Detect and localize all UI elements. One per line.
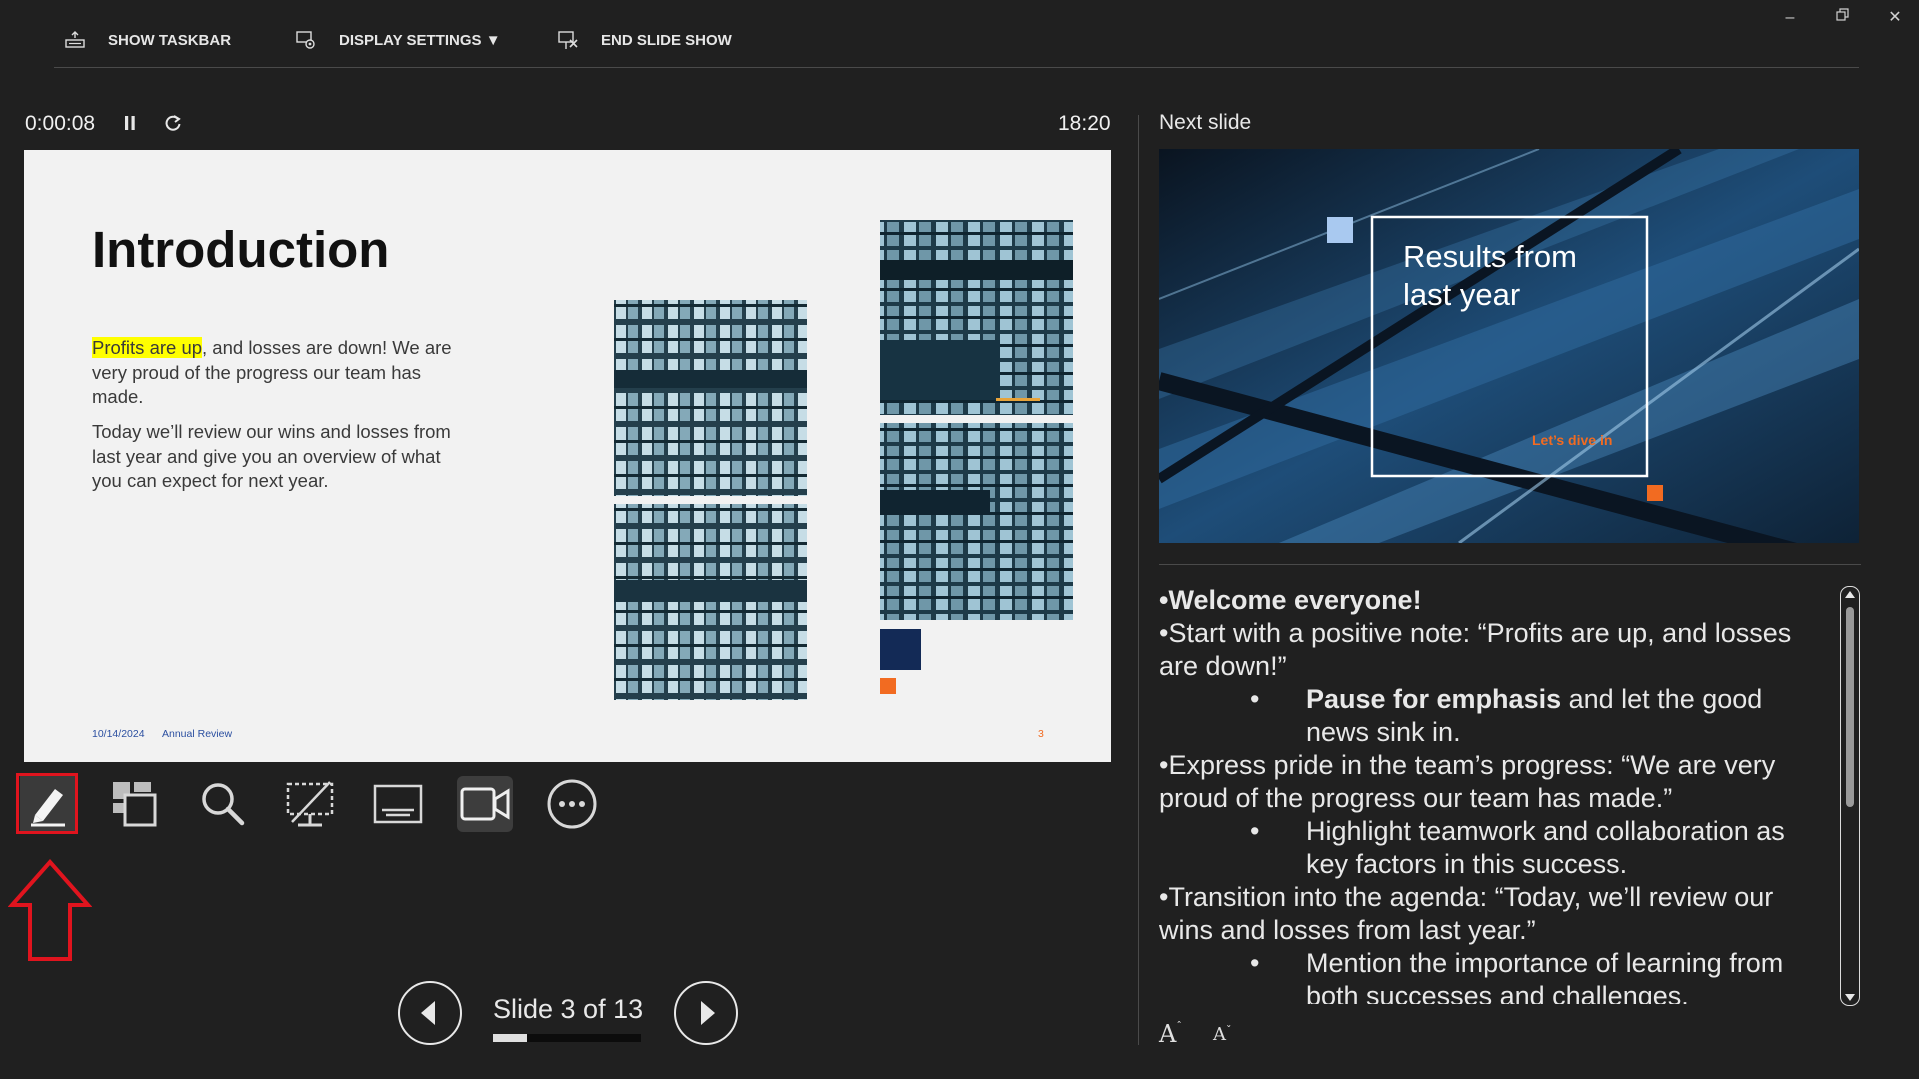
subtitles-icon <box>373 784 423 824</box>
next-slide-title-1: Results from <box>1403 239 1577 274</box>
zoom-icon <box>202 783 245 826</box>
slide-footer-title: Annual Review <box>162 728 233 740</box>
next-icon <box>701 1001 715 1025</box>
next-slide-preview[interactable]: Results from last year Let’s dive in <box>1159 149 1859 543</box>
next-slide-button[interactable] <box>674 981 738 1045</box>
taskbar-icon <box>65 31 85 48</box>
camera-icon <box>460 787 510 821</box>
display-settings-icon <box>296 31 315 49</box>
slide-paragraph-2: Today we’ll review our wins and losses f… <box>92 421 451 491</box>
slide-counter[interactable]: Slide 3 of 13 <box>493 994 643 1025</box>
pause-icon[interactable] <box>122 114 138 132</box>
notes-divider <box>1159 564 1861 565</box>
end-slide-show-button[interactable]: END SLIDE SHOW <box>557 28 732 52</box>
more-options-icon <box>547 779 597 829</box>
decrease-font-icon[interactable]: Aˇ <box>1213 1024 1232 1045</box>
building-photo-collage <box>614 220 1073 700</box>
escalator-background-image <box>1159 149 1859 543</box>
note-subline: Mention the importance of learning from … <box>1159 947 1821 1004</box>
more-options-button[interactable] <box>544 776 600 832</box>
previous-icon <box>421 1001 435 1025</box>
end-slideshow-icon <box>558 31 578 49</box>
note-subline: Pause for emphasis and let the good news… <box>1159 683 1821 749</box>
slide-progress-track <box>493 1034 641 1042</box>
scrollbar-thumb[interactable] <box>1846 607 1854 807</box>
previous-slide-button[interactable] <box>398 981 462 1045</box>
reset-timer-icon[interactable] <box>163 113 183 133</box>
display-settings-button[interactable]: DISPLAY SETTINGS ▼ <box>295 28 501 52</box>
speaker-notes[interactable]: •Welcome everyone! •Start with a positiv… <box>1159 584 1821 1004</box>
annotation-highlight-box <box>16 773 78 834</box>
next-slide-title-2: last year <box>1403 277 1521 312</box>
show-taskbar-label: SHOW TASKBAR <box>108 31 232 49</box>
camera-button[interactable] <box>457 776 513 832</box>
note-line: •Start with a positive note: “Profits ar… <box>1159 618 1792 681</box>
note-line: •Welcome everyone! <box>1159 585 1422 615</box>
clock-time: 18:20 <box>1058 112 1111 135</box>
slide-title: Introduction <box>92 221 390 278</box>
zoom-button[interactable] <box>195 776 251 832</box>
note-subline: Highlight teamwork and collaboration as … <box>1159 815 1821 881</box>
highlighted-text: Profits are up <box>92 337 203 358</box>
black-screen-icon <box>286 781 334 827</box>
see-all-slides-button[interactable] <box>106 776 162 832</box>
toolbar-divider <box>54 67 1859 68</box>
annotation-arrow-icon <box>8 859 92 961</box>
end-slide-show-label: END SLIDE SHOW <box>601 31 732 49</box>
minimize-icon[interactable]: – <box>1775 6 1805 30</box>
subtitles-button[interactable] <box>370 776 426 832</box>
slide-paragraph-1: Profits are up, and losses are down! We … <box>92 336 472 410</box>
slide-page-number: 3 <box>1038 728 1044 740</box>
display-settings-label: DISPLAY SETTINGS ▼ <box>339 31 501 49</box>
elapsed-time: 0:00:08 <box>25 112 96 135</box>
notes-scrollbar[interactable] <box>1840 586 1860 1006</box>
slide-footer-date: 10/14/2024 <box>92 728 145 740</box>
close-icon[interactable]: ✕ <box>1880 6 1910 30</box>
next-slide-subtitle: Let’s dive in <box>1532 432 1613 448</box>
panel-divider <box>1138 115 1139 1045</box>
note-line: •Transition into the agenda: “Today, we’… <box>1159 882 1774 945</box>
restore-icon[interactable] <box>1828 6 1858 30</box>
all-slides-icon <box>113 782 157 827</box>
next-slide-label: Next slide <box>1159 111 1252 134</box>
scroll-up-icon[interactable] <box>1845 591 1855 598</box>
note-line: •Express pride in the team’s progress: “… <box>1159 750 1776 813</box>
show-taskbar-button[interactable]: SHOW TASKBAR <box>64 28 231 52</box>
scroll-down-icon[interactable] <box>1845 994 1855 1001</box>
current-slide[interactable]: Introduction Profits are up, and losses … <box>24 150 1111 762</box>
slide-progress-fill <box>493 1034 528 1042</box>
black-screen-button[interactable] <box>282 776 338 832</box>
increase-font-icon[interactable]: Aˆ <box>1159 1020 1182 1048</box>
